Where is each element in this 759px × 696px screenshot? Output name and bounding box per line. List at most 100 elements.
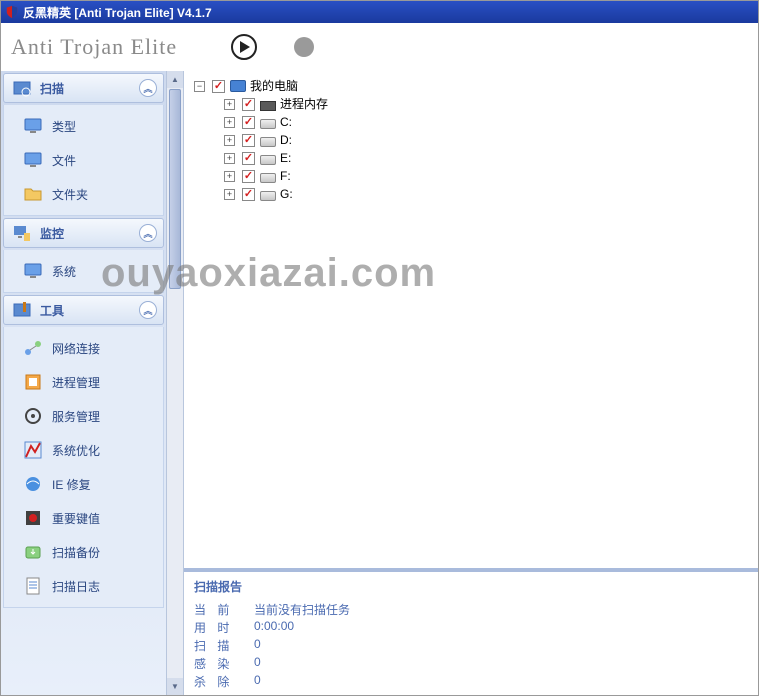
scroll-up-icon[interactable]: ▲ [167,71,183,88]
monitor-icon [22,260,44,282]
folder-icon [22,183,44,205]
sidebar-item-label: 网络连接 [52,340,100,357]
tree-root[interactable]: − 我的电脑 [194,77,748,95]
checkbox[interactable] [242,134,255,147]
report-title: 扫描报告 [194,578,748,595]
tree-node[interactable]: +F: [194,167,748,185]
sidebar-item-2-7[interactable]: 扫描日志 [4,569,163,603]
proc-icon [22,371,44,393]
report-panel: 扫描报告 当 前当前没有扫描任务用 时0:00:00扫 描0感 染0杀 除0 [184,568,758,695]
drive-icon [260,191,276,201]
section-icon [10,221,34,245]
sidebar-item-label: 系统 [52,263,76,280]
tree-label: 进程内存 [280,95,328,113]
drive-icon [260,119,276,129]
net-icon [22,337,44,359]
computer-icon [230,80,246,92]
window-title: 反黑精英 [Anti Trojan Elite] V4.1.7 [23,4,212,21]
chevron-up-icon: ︽ [139,301,157,319]
sidebar-item-label: 进程管理 [52,374,100,391]
section-icon [10,298,34,322]
tree-label: 我的电脑 [250,77,298,95]
checkbox[interactable] [242,98,255,111]
checkbox[interactable] [242,152,255,165]
sidebar-item-0-1[interactable]: 文件 [4,143,163,177]
tree-label: G: [280,185,293,203]
tree-node[interactable]: + G: [194,185,748,203]
checkbox[interactable] [242,170,255,183]
play-icon[interactable] [231,34,257,60]
checkbox[interactable] [242,188,255,201]
section-header-0[interactable]: 扫描︽ [3,73,164,103]
sidebar-item-0-2[interactable]: 文件夹 [4,177,163,211]
logo-row: Anti Trojan Elite [1,23,758,71]
checkbox[interactable] [212,80,225,93]
scroll-thumb[interactable] [169,89,181,289]
report-row: 扫 描0 [194,637,748,655]
report-label: 当 前 [194,601,254,619]
sidebar-item-0-0[interactable]: 类型 [4,109,163,143]
expand-icon[interactable]: + [224,99,235,110]
sidebar-item-label: 扫描备份 [52,544,100,561]
sidebar-item-2-4[interactable]: IE 修复 [4,467,163,501]
section-header-2[interactable]: 工具 ︽ [3,295,164,325]
tree-node[interactable]: + D: [194,131,748,149]
section-label: 工具 [40,302,64,319]
sidebar: 扫描︽ 类型文件文件夹监控 ︽ 系统工具 ︽ 网络连接进程管理服务管理系统优化 IE 修复重… [1,71,166,695]
sidebar-item-label: 重要键值 [52,510,100,527]
toolbar [191,34,315,60]
chevron-up-icon: ︽ [139,224,157,242]
tree-node[interactable]: + C: [194,113,748,131]
titlebar: 反黑精英 [Anti Trojan Elite] V4.1.7 [1,1,758,23]
sidebar-item-2-0[interactable]: 网络连接 [4,331,163,365]
scroll-down-icon[interactable]: ▼ [167,678,183,695]
report-value: 0:00:00 [254,619,294,637]
report-label: 杀 除 [194,673,254,691]
report-label: 扫 描 [194,637,254,655]
report-row: 杀 除0 [194,673,748,691]
report-label: 感 染 [194,655,254,673]
expand-icon[interactable]: + [224,171,235,182]
shield-icon [5,5,19,19]
app-logo: Anti Trojan Elite [1,34,191,60]
report-value: 0 [254,655,261,673]
sidebar-item-2-5[interactable]: 重要键值 [4,501,163,535]
sidebar-item-label: 文件 [52,152,76,169]
sidebar-item-1-0[interactable]: 系统 [4,254,163,288]
stop-icon[interactable] [293,36,315,58]
sidebar-item-2-1[interactable]: 进程管理 [4,365,163,399]
sidebar-item-2-3[interactable]: 系统优化 [4,433,163,467]
report-value: 0 [254,673,261,691]
collapse-icon[interactable]: − [194,81,205,92]
memory-icon [260,101,276,111]
tree-label: C: [280,113,292,131]
sidebar-item-label: 扫描日志 [52,578,100,595]
content-pane: −我的电脑+进程内存+C:+D:+E:+F:+G: 扫描报告 当 前当前没有扫描… [184,71,758,695]
backup-icon [22,541,44,563]
tree-node[interactable]: + E: [194,149,748,167]
sidebar-item-label: 系统优化 [52,442,100,459]
tree-node[interactable]: + 进程内存 [194,95,748,113]
sidebar-item-2-2[interactable]: 服务管理 [4,399,163,433]
tree-label: D: [280,131,292,149]
checkbox[interactable] [242,116,255,129]
sidebar-item-label: 文件夹 [52,186,88,203]
opt-icon [22,439,44,461]
tree-label: E: [280,149,291,167]
svc-icon [22,405,44,427]
sidebar-item-label: 服务管理 [52,408,100,425]
expand-icon[interactable]: + [224,189,235,200]
sidebar-item-label: IE 修复 [52,476,91,493]
drive-icon [260,137,276,147]
expand-icon[interactable]: + [224,153,235,164]
expand-icon[interactable]: + [224,117,235,128]
report-value: 当前没有扫描任务 [254,601,350,619]
section-label: 监控 [40,225,64,242]
expand-icon[interactable]: + [224,135,235,146]
report-label: 用 时 [194,619,254,637]
monitor-icon [22,149,44,171]
section-header-1[interactable]: 监控 ︽ [3,218,164,248]
sidebar-item-2-6[interactable]: 扫描备份 [4,535,163,569]
sidebar-scrollbar[interactable]: ▲ ▼ [166,71,184,695]
sidebar-item-label: 类型 [52,118,76,135]
